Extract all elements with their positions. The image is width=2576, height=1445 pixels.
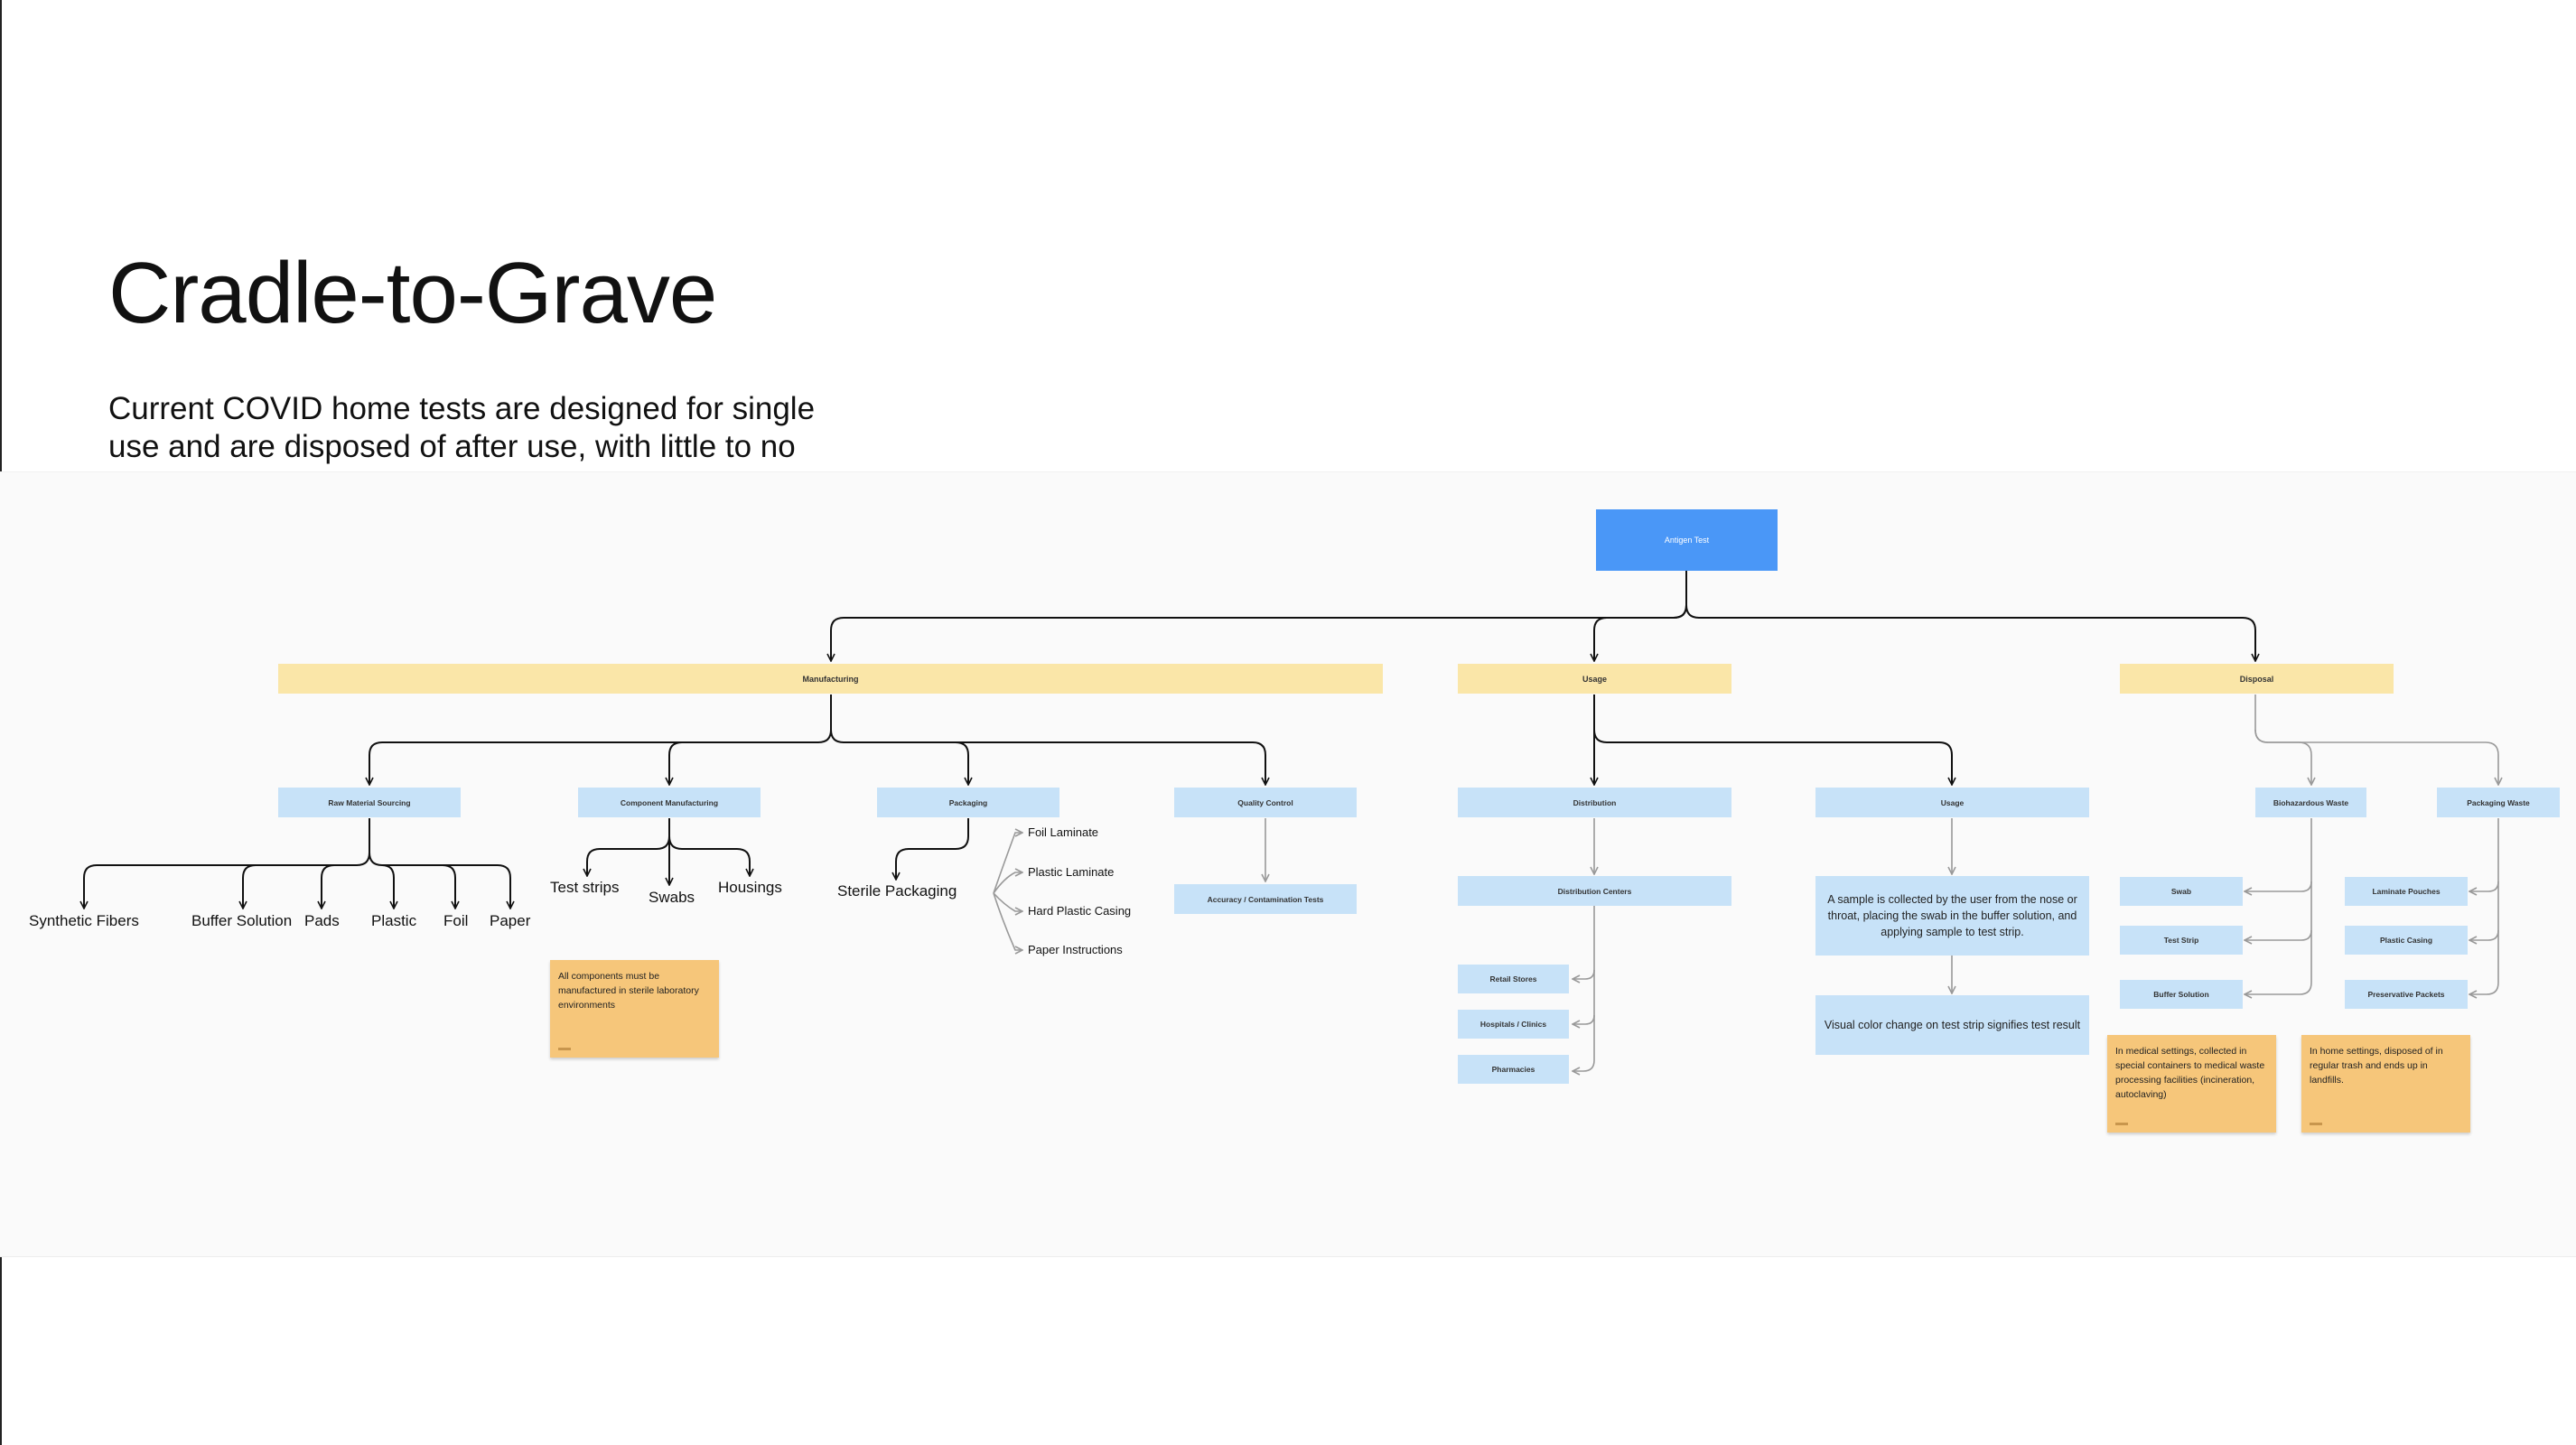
sticky-note-text: All components must be manufactured in s… <box>558 971 699 1011</box>
component-manufacturing-node[interactable]: Component Manufacturing <box>578 788 761 817</box>
component-swabs: Swabs <box>649 889 695 906</box>
raw-material-paper: Paper <box>490 912 531 929</box>
manufacturing-phase[interactable]: Manufacturing <box>278 664 1383 694</box>
raw-material-plastic: Plastic <box>371 912 417 929</box>
sticky-author-mark <box>558 1048 571 1050</box>
component-test-strips: Test strips <box>550 879 620 896</box>
component-housings: Housings <box>718 879 782 896</box>
accuracy-contamination-tests-node[interactable]: Accuracy / Contamination Tests <box>1174 884 1357 914</box>
quality-control-node[interactable]: Quality Control <box>1174 788 1357 817</box>
usage-node[interactable]: Usage <box>1815 788 2089 817</box>
raw-material-pads: Pads <box>304 912 340 929</box>
usage-phase[interactable]: Usage <box>1458 664 1731 694</box>
sticky-author-mark <box>2115 1123 2128 1125</box>
raw-material-synthetic-fibers: Synthetic Fibers <box>29 912 139 929</box>
distribution-centers-node[interactable]: Distribution Centers <box>1458 876 1731 906</box>
sticky-note-home-settings[interactable]: In home settings, disposed of in regular… <box>2301 1035 2470 1133</box>
packaging-paper-instructions: Paper Instructions <box>1028 943 1123 956</box>
pharmacies-node[interactable]: Pharmacies <box>1458 1055 1569 1084</box>
retail-stores-node[interactable]: Retail Stores <box>1458 965 1569 993</box>
disposal-phase[interactable]: Disposal <box>2120 664 2394 694</box>
buffer-solution-waste-node[interactable]: Buffer Solution <box>2120 980 2243 1009</box>
laminate-pouches-node[interactable]: Laminate Pouches <box>2345 877 2468 906</box>
sterile-packaging: Sterile Packaging <box>837 882 957 900</box>
distribution-node[interactable]: Distribution <box>1458 788 1731 817</box>
antigen-test-node[interactable]: Antigen Test <box>1596 509 1778 571</box>
preservative-packets-node[interactable]: Preservative Packets <box>2345 980 2468 1009</box>
connector-lines <box>0 571 2576 1445</box>
sticky-note-text: In medical settings, collected in specia… <box>2115 1046 2265 1100</box>
packaging-hard-plastic-casing: Hard Plastic Casing <box>1028 904 1132 918</box>
packaging-node[interactable]: Packaging <box>877 788 1059 817</box>
raw-material-buffer-solution: Buffer Solution <box>191 912 293 929</box>
sticky-author-mark <box>2310 1123 2322 1125</box>
biohazardous-waste-node[interactable]: Biohazardous Waste <box>2255 788 2366 817</box>
sticky-note-text: In home settings, disposed of in regular… <box>2310 1046 2443 1086</box>
swab-waste-node[interactable]: Swab <box>2120 877 2243 906</box>
raw-material-sourcing-node[interactable]: Raw Material Sourcing <box>278 788 461 817</box>
hospitals-clinics-node[interactable]: Hospitals / Clinics <box>1458 1010 1569 1039</box>
packaging-plastic-laminate: Plastic Laminate <box>1028 865 1115 879</box>
sticky-note-sterile[interactable]: All components must be manufactured in s… <box>550 960 719 1058</box>
plastic-casing-node[interactable]: Plastic Casing <box>2345 926 2468 955</box>
packaging-waste-node[interactable]: Packaging Waste <box>2437 788 2560 817</box>
packaging-foil-laminate: Foil Laminate <box>1028 825 1099 839</box>
sticky-note-medical-settings[interactable]: In medical settings, collected in specia… <box>2107 1035 2276 1133</box>
sample-collection-step[interactable]: A sample is collected by the user from t… <box>1815 876 2089 956</box>
color-change-result-step[interactable]: Visual color change on test strip signif… <box>1815 995 2089 1055</box>
raw-material-foil: Foil <box>443 912 469 929</box>
test-strip-waste-node[interactable]: Test Strip <box>2120 926 2243 955</box>
